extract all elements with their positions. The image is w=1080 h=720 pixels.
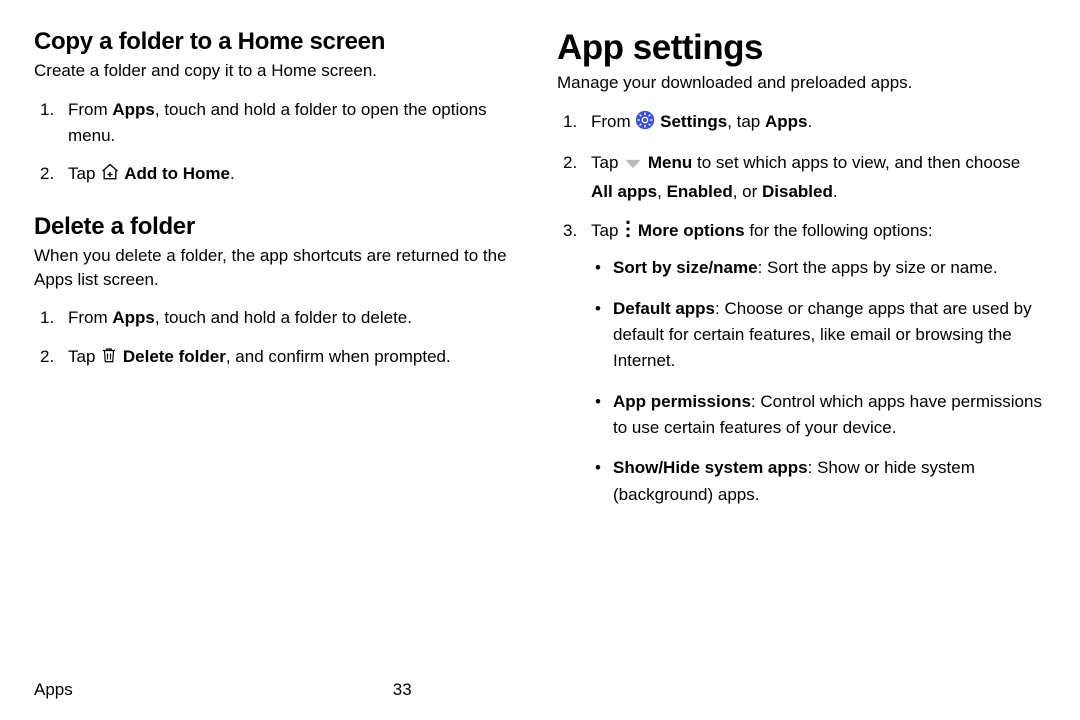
steps-copy-folder: From Apps, touch and hold a folder to op… <box>34 97 523 191</box>
appset-step-3: Tap More options for the following optio… <box>557 218 1046 508</box>
bold-apps: Apps <box>765 112 808 131</box>
bold-apps: Apps <box>112 308 155 327</box>
text: , touch and hold a folder to delete. <box>155 308 412 327</box>
bold-more-options: More options <box>633 221 744 240</box>
delete-step-1: From Apps, touch and hold a folder to de… <box>34 305 523 331</box>
dropdown-triangle-icon <box>623 153 643 179</box>
text: . <box>808 112 813 131</box>
text: . <box>230 164 235 183</box>
text: , tap <box>727 112 765 131</box>
heading-copy-folder: Copy a folder to a Home screen <box>34 28 523 56</box>
appset-step-1: From Settings, tap Apps. <box>557 109 1046 138</box>
text: Tap <box>68 164 100 183</box>
lead-copy-folder: Create a folder and copy it to a Home sc… <box>34 59 523 83</box>
page-footer: Apps 33 <box>34 672 1046 700</box>
more-options-bullets: Sort by size/name: Sort the apps by size… <box>591 255 1046 508</box>
text: : Sort the apps by size or name. <box>758 258 998 277</box>
bold-add-to-home: Add to Home <box>120 164 230 183</box>
bold-show-hide: Show/Hide system apps <box>613 458 808 477</box>
right-column: App settings Manage your downloaded and … <box>557 28 1046 672</box>
text: Tap <box>68 347 100 366</box>
left-column: Copy a folder to a Home screen Create a … <box>34 28 523 672</box>
heading-app-settings: App settings <box>557 28 1046 68</box>
bold-menu: Menu <box>643 153 692 172</box>
lead-app-settings: Manage your downloaded and preloaded app… <box>557 71 1046 95</box>
bold-disabled: Disabled <box>762 182 833 201</box>
steps-delete-folder: From Apps, touch and hold a folder to de… <box>34 305 523 373</box>
text: , <box>657 182 666 201</box>
bold-sort: Sort by size/name <box>613 258 758 277</box>
bullet-app-permissions: App permissions: Control which apps have… <box>591 389 1046 442</box>
copy-step-2: Tap Add to Home. <box>34 161 523 190</box>
text: Tap <box>591 153 623 172</box>
text: . <box>833 182 838 201</box>
bullet-show-hide: Show/Hide system apps: Show or hide syst… <box>591 455 1046 508</box>
bold-apps: Apps <box>112 100 155 119</box>
text: From <box>68 308 112 327</box>
more-options-icon <box>623 219 633 247</box>
bold-settings: Settings <box>655 112 727 131</box>
text: for the following options: <box>745 221 933 240</box>
lead-delete-folder: When you delete a folder, the app shortc… <box>34 244 523 292</box>
house-plus-icon <box>100 162 120 190</box>
text: , and confirm when prompted. <box>226 347 451 366</box>
bold-enabled: Enabled <box>667 182 733 201</box>
steps-app-settings: From Settings, tap Apps. Tap Menu to set… <box>557 109 1046 508</box>
text: From <box>68 100 112 119</box>
bold-app-permissions: App permissions <box>613 392 751 411</box>
text: From <box>591 112 635 131</box>
footer-section: Apps <box>34 680 73 700</box>
settings-gear-icon <box>635 110 655 138</box>
copy-step-1: From Apps, touch and hold a folder to op… <box>34 97 523 150</box>
bullet-default-apps: Default apps: Choose or change apps that… <box>591 296 1046 375</box>
text: Tap <box>591 221 623 240</box>
footer-page-number: 33 <box>393 680 412 700</box>
text: to set which apps to view, and then choo… <box>692 153 1020 172</box>
bold-default-apps: Default apps <box>613 299 715 318</box>
bold-delete-folder: Delete folder <box>118 347 226 366</box>
bold-all-apps: All apps <box>591 182 657 201</box>
text: , or <box>733 182 762 201</box>
appset-step-2: Tap Menu to set which apps to view, and … <box>557 150 1046 206</box>
heading-delete-folder: Delete a folder <box>34 213 523 241</box>
bullet-sort: Sort by size/name: Sort the apps by size… <box>591 255 1046 281</box>
trash-icon <box>100 345 118 373</box>
delete-step-2: Tap Delete folder, and confirm when prom… <box>34 344 523 373</box>
